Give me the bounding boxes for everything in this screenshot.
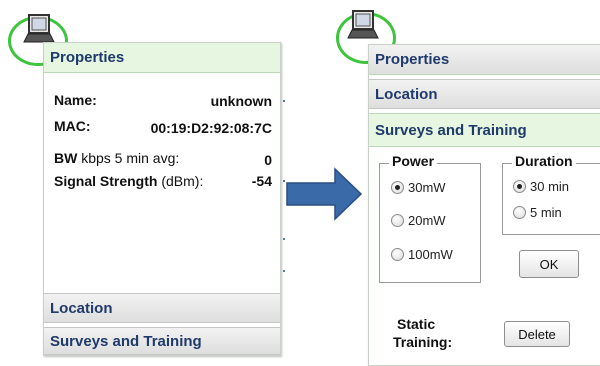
bw-label-bold: BW — [54, 150, 78, 166]
duration-option-label: 5 min — [530, 205, 562, 220]
power-option-30mw[interactable]: 30mW — [391, 180, 446, 195]
laptop-icon[interactable] — [22, 12, 56, 46]
duration-group — [502, 163, 600, 235]
location-header[interactable]: Location — [369, 79, 600, 109]
name-label: Name: — [54, 92, 97, 108]
power-option-label: 20mW — [408, 213, 446, 228]
mac-label: MAC: — [54, 118, 91, 134]
signal-strength-label: Signal Strength (dBm): — [54, 173, 203, 189]
power-option-label: 100mW — [408, 247, 453, 262]
properties-header[interactable]: Properties — [369, 45, 600, 75]
right-arrow-icon — [286, 167, 363, 221]
mac-value: 00:19:D2:92:08:7C — [150, 120, 272, 136]
power-option-20mw[interactable]: 20mW — [391, 213, 446, 228]
duration-option-5min[interactable]: 5 min — [513, 205, 562, 220]
radio-unselected-icon[interactable] — [513, 206, 526, 219]
bw-label-rest: kbps 5 min avg: — [77, 150, 180, 166]
ok-button[interactable]: OK — [519, 250, 579, 278]
signal-label-bold: Signal Strength — [54, 173, 158, 189]
duration-option-label: 30 min — [530, 179, 570, 194]
left-properties-panel: Properties Name: unknown MAC: 00:19:D2:9… — [43, 42, 281, 356]
name-value: unknown — [210, 93, 272, 109]
location-header[interactable]: Location — [44, 293, 280, 323]
signal-label-rest: (dBm): — [157, 173, 204, 189]
signal-strength-value: -54 — [251, 173, 272, 189]
surveys-training-header[interactable]: Surveys and Training — [369, 113, 600, 147]
edge-marker — [283, 100, 285, 102]
radio-selected-icon[interactable] — [391, 181, 404, 194]
duration-legend: Duration — [512, 153, 576, 169]
bw-value: 0 — [264, 152, 272, 168]
static-training-label: Static Training: — [393, 315, 452, 351]
properties-header[interactable]: Properties — [44, 43, 280, 73]
duration-option-30min[interactable]: 30 min — [513, 179, 569, 194]
power-option-100mw[interactable]: 100mW — [391, 247, 453, 262]
radio-unselected-icon[interactable] — [391, 248, 404, 261]
edge-marker — [283, 238, 285, 240]
static-training-label-line1: Static — [397, 316, 436, 332]
surveys-training-header[interactable]: Surveys and Training — [44, 327, 280, 355]
power-option-label: 30mW — [408, 180, 446, 195]
right-properties-panel: Properties Location Surveys and Training… — [368, 44, 600, 366]
radio-unselected-icon[interactable] — [391, 214, 404, 227]
laptop-icon[interactable] — [346, 8, 380, 42]
power-legend: Power — [389, 153, 438, 169]
radio-selected-icon[interactable] — [513, 180, 526, 193]
bw-label: BW kbps 5 min avg: — [54, 150, 179, 166]
static-training-label-line2: Training: — [393, 334, 453, 350]
delete-button[interactable]: Delete — [504, 321, 570, 347]
edge-marker — [283, 270, 285, 272]
